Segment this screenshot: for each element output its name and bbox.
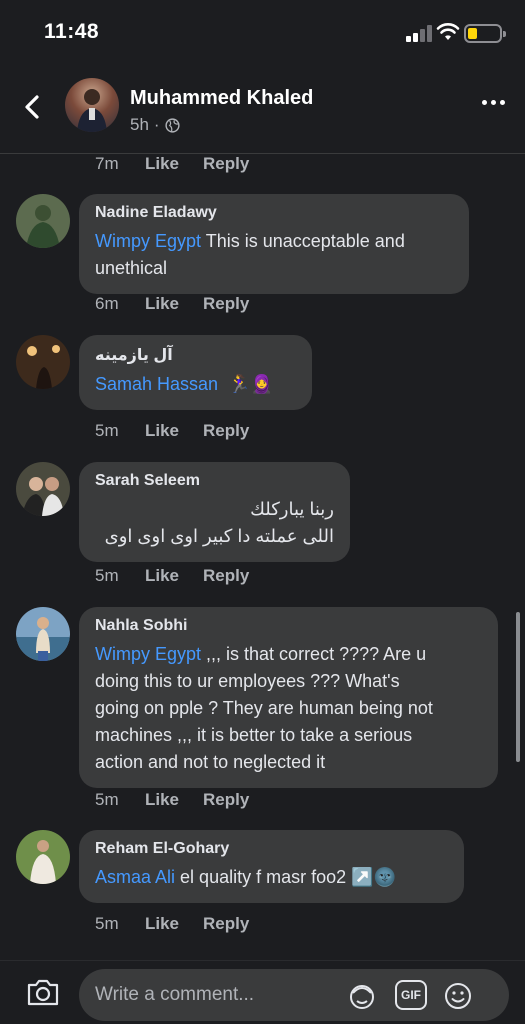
author-avatar[interactable] bbox=[65, 78, 119, 132]
camera-button[interactable] bbox=[26, 977, 60, 1012]
comment-bubble[interactable]: Reham El-Gohary Asmaa Ali el quality f m… bbox=[79, 830, 464, 903]
reply-button[interactable]: Reply bbox=[203, 154, 249, 174]
post-time: 5h bbox=[130, 115, 149, 134]
back-button[interactable] bbox=[20, 92, 44, 122]
more-options-button[interactable] bbox=[482, 100, 505, 105]
cellular-signal-icon bbox=[406, 24, 432, 42]
status-bar: 11:48 bbox=[0, 0, 525, 64]
commenter-avatar[interactable] bbox=[16, 462, 70, 516]
reply-button[interactable]: Reply bbox=[203, 294, 249, 314]
post-header: Muhammed Khaled 5h · bbox=[0, 64, 525, 154]
reply-button[interactable]: Reply bbox=[203, 421, 249, 441]
comment-text-line: ربنا يباركلك bbox=[250, 499, 334, 519]
camera-icon bbox=[27, 979, 59, 1006]
comment-text: Asmaa Ali el quality f masr foo2 ↗️🌚 bbox=[95, 864, 448, 891]
chevron-left-icon bbox=[25, 95, 39, 119]
comment-time: 5m bbox=[95, 914, 119, 933]
commenter-avatar[interactable] bbox=[16, 607, 70, 661]
comment-actions: 5m Like Reply bbox=[95, 421, 249, 441]
comment-actions: 5m Like Reply bbox=[95, 566, 249, 586]
author-name[interactable]: Muhammed Khaled bbox=[130, 87, 313, 110]
comment-time: 5m bbox=[95, 421, 119, 440]
comment-time: 5m bbox=[95, 790, 119, 809]
comment-text-line: اللى عملته دا كبير اوى اوى اوى bbox=[104, 526, 334, 546]
like-button[interactable]: Like bbox=[145, 566, 203, 586]
comment-text-line: el quality f masr foo2 bbox=[175, 867, 352, 887]
mention-link[interactable]: Wimpy Egypt bbox=[95, 231, 201, 251]
reply-button[interactable]: Reply bbox=[203, 790, 249, 810]
comment-time: 5m bbox=[95, 566, 119, 585]
emoji-icon[interactable] bbox=[443, 981, 473, 1011]
mention-link[interactable]: Wimpy Egypt bbox=[95, 644, 201, 664]
battery-icon bbox=[464, 24, 506, 43]
comment-actions: 5m Like Reply bbox=[95, 790, 249, 810]
comment-field[interactable]: GIF bbox=[79, 969, 509, 1021]
comment-text-line: unethical bbox=[95, 258, 168, 278]
like-button[interactable]: Like bbox=[145, 790, 203, 810]
comment-author[interactable]: Nadine Eladawy bbox=[95, 204, 453, 222]
like-button[interactable]: Like bbox=[145, 421, 203, 441]
post-meta: 5h · bbox=[130, 115, 180, 135]
comment-bubble[interactable]: آل يازمينه Samah Hassan 🏃‍♀️🧕 bbox=[79, 335, 312, 410]
gif-button[interactable]: GIF bbox=[395, 980, 427, 1010]
comment-text: Wimpy Egypt ,,, is that correct ???? Are… bbox=[95, 641, 482, 776]
like-button[interactable]: Like bbox=[145, 294, 203, 314]
like-button[interactable]: Like bbox=[145, 914, 203, 934]
comment-text: Wimpy Egypt This is unacceptable and unet… bbox=[95, 228, 453, 282]
comment-text-line: doing this to ur employees ??? What's bbox=[95, 671, 400, 691]
comment-text-line: action and not to neglected it bbox=[95, 752, 326, 772]
status-time: 11:48 bbox=[44, 20, 100, 43]
comment-author[interactable]: Reham El-Gohary bbox=[95, 840, 448, 858]
comment-actions: 5m Like Reply bbox=[95, 914, 249, 934]
comment-text-line: This is unacceptable and bbox=[201, 231, 405, 251]
comment-text-line: ,,, is that correct ???? Are u bbox=[201, 644, 427, 664]
wifi-icon bbox=[436, 23, 460, 40]
emoji-glyphs: 🏃‍♀️🧕 bbox=[228, 374, 273, 394]
comment-text-line: machines ,,, it is better to take a seri… bbox=[95, 725, 413, 745]
comment-author[interactable]: آل يازمينه bbox=[95, 345, 296, 365]
comment-bubble[interactable]: Nadine Eladawy Wimpy Egypt This is unacc… bbox=[79, 194, 469, 294]
meta-separator: · bbox=[153, 115, 160, 134]
commenter-avatar[interactable] bbox=[16, 335, 70, 389]
reply-button[interactable]: Reply bbox=[203, 566, 249, 586]
comment-actions: 7m Like Reply bbox=[95, 154, 249, 174]
comment-bubble[interactable]: Sarah Seleem ربنا يباركلك اللى عملته دا ك… bbox=[79, 462, 350, 562]
comment-author[interactable]: Nahla Sobhi bbox=[95, 617, 482, 635]
comment-input[interactable] bbox=[95, 982, 335, 1008]
reply-button[interactable]: Reply bbox=[203, 914, 249, 934]
mention-link[interactable]: Asmaa Ali bbox=[95, 867, 175, 887]
commenter-avatar[interactable] bbox=[16, 194, 70, 248]
comment-text-line: going on pple ? They are human being not bbox=[95, 698, 433, 718]
comment-composer: GIF bbox=[0, 960, 525, 1024]
commenter-avatar[interactable] bbox=[16, 830, 70, 884]
comment-text: ربنا يباركلك اللى عملته دا كبير اوى اوى ا… bbox=[95, 496, 334, 550]
globe-icon bbox=[165, 117, 180, 133]
avatar-sticker-icon[interactable] bbox=[346, 981, 378, 1011]
comment-time: 6m bbox=[95, 294, 119, 313]
gif-label: GIF bbox=[401, 988, 421, 1002]
mention-link[interactable]: Samah Hassan bbox=[95, 374, 218, 394]
comment-actions: 6m Like Reply bbox=[95, 294, 249, 314]
scroll-indicator[interactable] bbox=[516, 612, 520, 762]
comment-author[interactable]: Sarah Seleem bbox=[95, 472, 334, 490]
comment-bubble[interactable]: Nahla Sobhi Wimpy Egypt ,,, is that corr… bbox=[79, 607, 498, 788]
like-button[interactable]: Like bbox=[145, 154, 203, 174]
comment-time: 7m bbox=[95, 154, 119, 173]
comment-text: Samah Hassan 🏃‍♀️🧕 bbox=[95, 371, 296, 398]
emoji-glyphs: ↗️🌚 bbox=[351, 867, 396, 887]
comments-feed[interactable]: 7m Like Reply Nadine Eladawy Wimpy Egypt… bbox=[0, 154, 525, 960]
